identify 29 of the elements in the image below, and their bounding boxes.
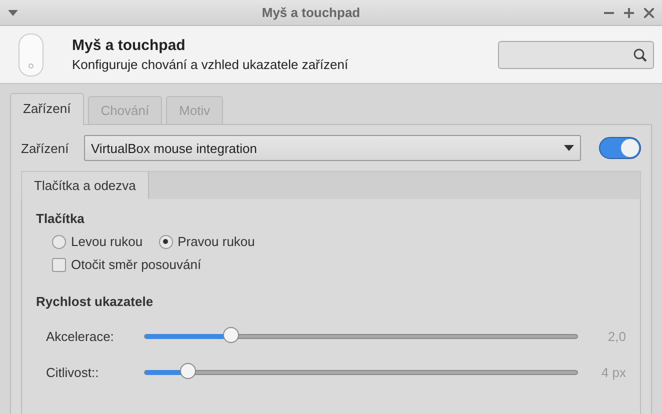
slider-label: Citlivost:: bbox=[46, 364, 100, 380]
radio-button[interactable] bbox=[52, 234, 66, 248]
device-label: Zařízení bbox=[21, 140, 70, 156]
close-icon[interactable] bbox=[644, 8, 654, 18]
radio-button[interactable] bbox=[158, 234, 173, 248]
slider-value: 4 px bbox=[600, 364, 626, 380]
search-icon[interactable] bbox=[633, 48, 647, 62]
menu-icon[interactable] bbox=[8, 10, 18, 16]
checkbox[interactable] bbox=[52, 258, 66, 272]
section-title: Tlačítka bbox=[36, 211, 86, 226]
caret-icon bbox=[564, 145, 574, 151]
device-switch[interactable] bbox=[599, 137, 641, 159]
mouse-icon bbox=[18, 32, 44, 76]
slider-handle[interactable] bbox=[180, 362, 196, 378]
radio-label[interactable]: Pravou rukou bbox=[178, 234, 255, 249]
section-title: Rychlost ukazatele bbox=[36, 294, 154, 309]
header-title: Myš a touchpad bbox=[72, 37, 186, 54]
tab[interactable]: Tlačítka a odezva bbox=[22, 172, 149, 199]
slider-label: Akcelerace: bbox=[46, 328, 115, 344]
window-title: Myš a touchpad bbox=[262, 5, 360, 20]
maximize-icon[interactable] bbox=[624, 8, 634, 18]
slider-handle[interactable] bbox=[223, 326, 240, 342]
checkbox-label[interactable]: Otočit směr posouvání bbox=[71, 257, 202, 272]
header-subtitle: Konfiguruje chování a vzhled ukazatele zařízení bbox=[72, 57, 350, 72]
radio-label[interactable]: Levou rukou bbox=[71, 234, 143, 249]
tab[interactable]: Zařízení bbox=[10, 93, 84, 125]
device-dropdown[interactable]: VirtualBox mouse integration bbox=[84, 135, 581, 161]
search-field[interactable] bbox=[498, 40, 654, 68]
slider-value: 2,0 bbox=[606, 328, 626, 344]
